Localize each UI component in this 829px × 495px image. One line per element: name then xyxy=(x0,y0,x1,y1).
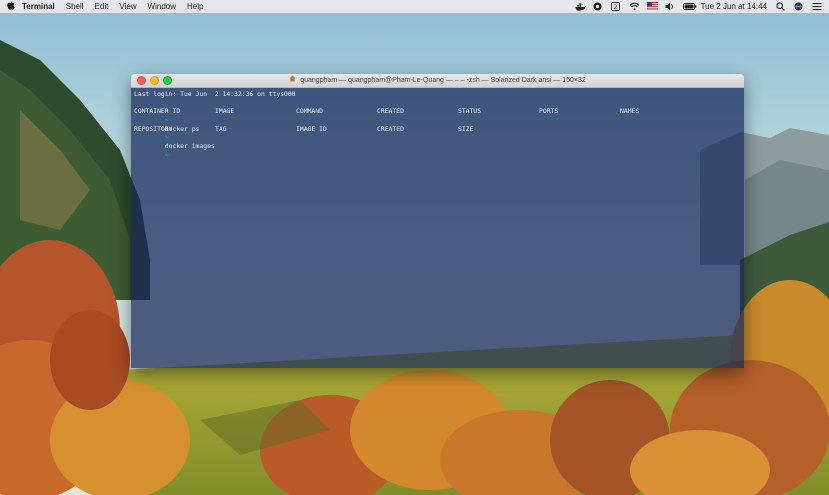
command-text: docker images xyxy=(164,142,215,151)
prompt-arrow: ➜ xyxy=(164,142,169,151)
window-title: quangpham — quangpham@Pham-Le-Quang — ‒ … xyxy=(131,74,744,87)
datetime-label[interactable]: Tue 2 Jun at 14:44 xyxy=(701,2,767,11)
menu-edit[interactable]: Edit xyxy=(95,2,109,11)
images-header-image-id: IMAGE ID xyxy=(296,124,327,133)
wifi-icon[interactable] xyxy=(629,2,639,11)
battery-icon[interactable] xyxy=(682,2,696,11)
last-login-line: Last login: Tue Jun 2 14:32:36 on ttys00… xyxy=(134,90,296,98)
status-area: 2 Tue 2 Jun at 14:44 xyxy=(566,0,822,13)
ps-header-created: CREATED xyxy=(377,107,404,116)
prompt-cwd: ~ xyxy=(164,150,169,159)
apple-menu-icon[interactable] xyxy=(0,1,22,12)
menu-help[interactable]: Help xyxy=(187,2,203,11)
menu-bar: Terminal Shell Edit View Window Help 2 T… xyxy=(0,0,829,13)
menu-terminal[interactable]: Terminal xyxy=(22,2,55,11)
us-flag-icon[interactable] xyxy=(646,2,658,11)
volume-icon[interactable] xyxy=(665,2,674,11)
ps-header-ports: PORTS xyxy=(539,107,559,116)
images-header-created: CREATED xyxy=(377,124,404,133)
window-title-text: quangpham — quangpham@Pham-Le-Quang — ‒ … xyxy=(300,77,586,84)
desktop-wallpaper: Terminal Shell Edit View Window Help 2 T… xyxy=(0,0,829,495)
prompt-line: ➜ ~ docker ps xyxy=(134,99,741,132)
docker-icon[interactable] xyxy=(575,2,586,11)
siri-icon[interactable] xyxy=(794,2,803,11)
terminal-window[interactable]: quangpham — quangpham@Pham-Le-Quang — ‒ … xyxy=(131,74,744,368)
images-header-size: SIZE xyxy=(458,124,474,133)
terminal-output[interactable]: Last login: Tue Jun 2 14:32:36 on ttys00… xyxy=(131,88,744,368)
search-icon[interactable] xyxy=(776,2,785,11)
terminal-titlebar[interactable]: quangpham — quangpham@Pham-Le-Quang — ‒ … xyxy=(131,74,744,88)
images-header-line: REPOSITORY TAG IMAGE ID CREATED SIZE xyxy=(134,125,741,134)
ps-header-container-id: CONTAINER ID xyxy=(134,107,181,116)
ps-header-command: COMMAND xyxy=(296,107,323,116)
list-icon[interactable] xyxy=(812,2,822,11)
menu-shell[interactable]: Shell xyxy=(66,2,84,11)
record-icon[interactable] xyxy=(593,2,602,11)
ps-header-line: CONTAINER ID IMAGE COMMAND CREATED STATU… xyxy=(134,107,741,116)
prompt-line: ➜ ~ docker images xyxy=(134,116,741,150)
ps-header-status: STATUS xyxy=(458,107,482,116)
ps-header-names: NAMES xyxy=(620,107,640,116)
svg-text:2: 2 xyxy=(613,3,617,11)
prompt-line-current: ➜ ~ xyxy=(134,133,741,159)
images-header-repository: REPOSITORY xyxy=(134,124,173,133)
ps-header-image: IMAGE xyxy=(215,107,235,116)
menu-window[interactable]: Window xyxy=(148,2,176,11)
images-header-tag: TAG xyxy=(215,124,227,133)
number-2-icon[interactable]: 2 xyxy=(610,2,620,11)
menu-view[interactable]: View xyxy=(119,2,136,11)
home-folder-icon xyxy=(289,75,298,84)
